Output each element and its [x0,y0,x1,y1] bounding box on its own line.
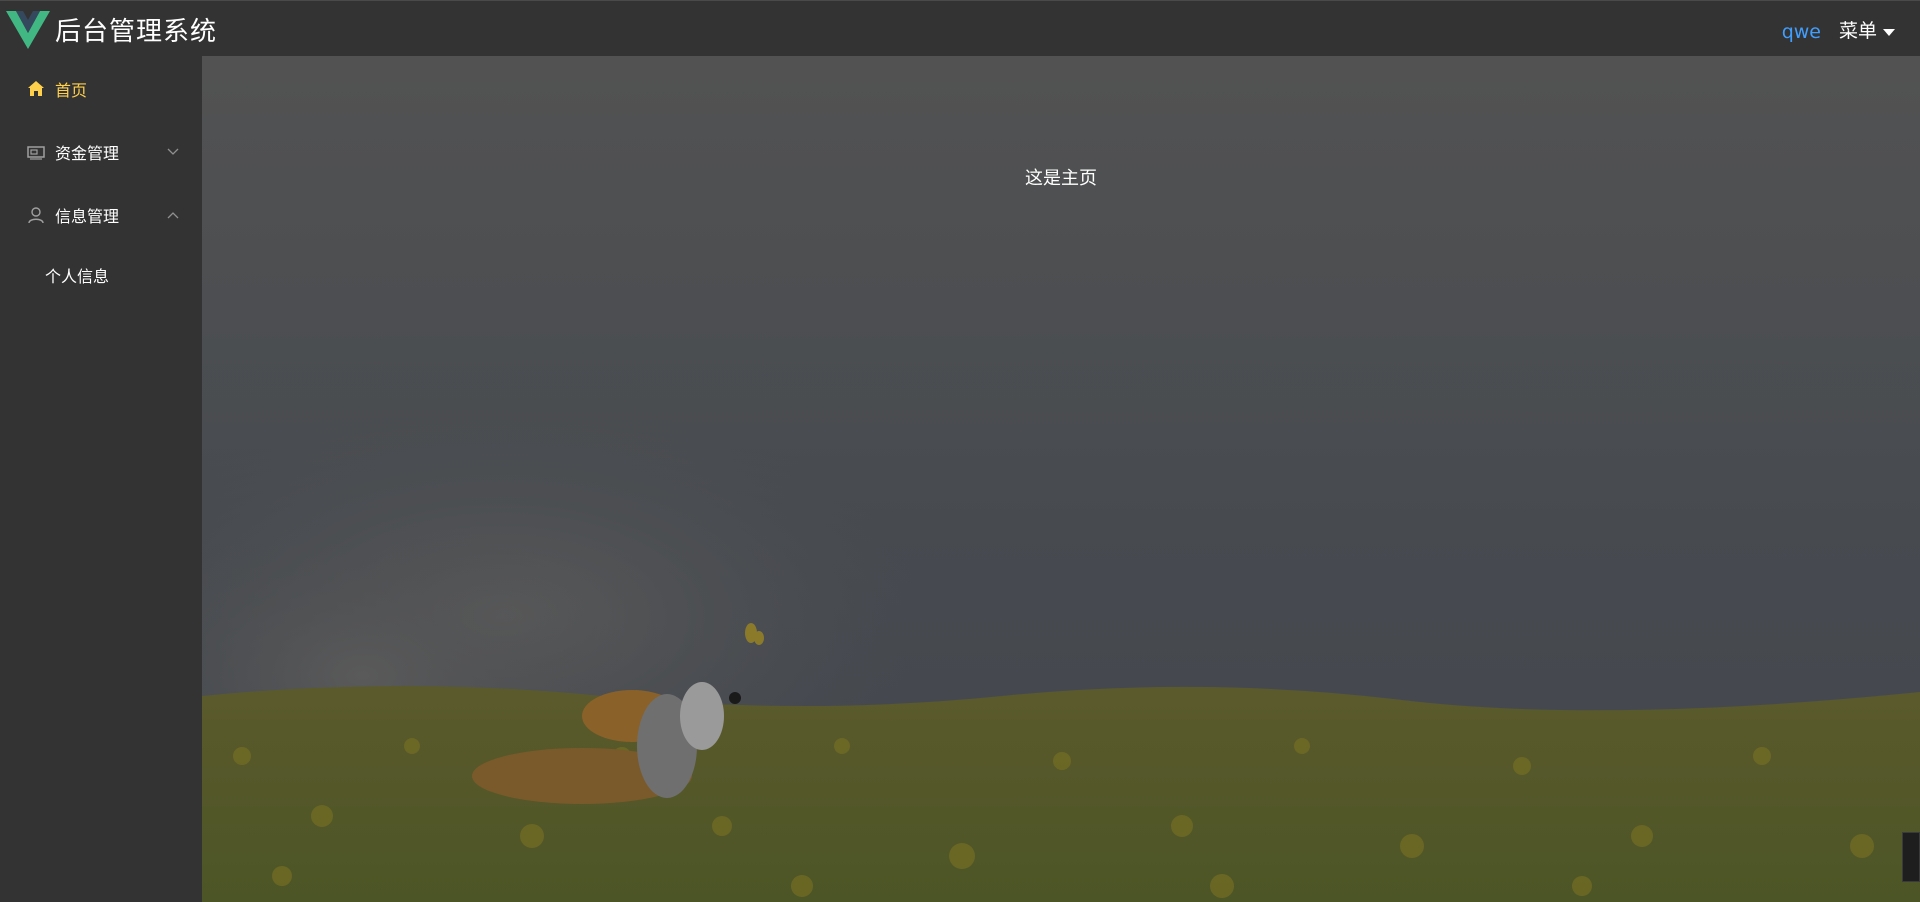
sidebar-subitem-personal-info[interactable]: 个人信息 [0,247,202,303]
chevron-up-icon [167,212,179,219]
username-label: qwe [1781,21,1821,43]
user-icon [26,205,46,225]
sidebar-item-label: 首页 [55,81,88,100]
app-title: 后台管理系统 [55,17,218,47]
chevron-down-icon [167,148,179,155]
sidebar-item-info[interactable]: 信息管理 [0,187,202,243]
sidebar-item-funds[interactable]: 资金管理 [0,124,202,180]
caret-down-icon [1883,28,1895,36]
corner-widget[interactable] [1902,832,1920,882]
sidebar-item-label: 资金管理 [55,144,120,163]
main-text: 这是主页 [1025,168,1097,189]
menu-dropdown[interactable]: 菜单 [1839,18,1895,44]
vue-logo-icon [6,11,50,49]
top-bar: 后台管理系统 qwe 菜单 [0,0,1920,56]
sidebar-item-label: 信息管理 [55,207,120,226]
home-icon [26,79,46,99]
sidebar-item-home[interactable]: 首页 [0,61,202,117]
app-root: 后台管理系统 qwe 菜单 首页 资金管理 信息管理 个人信息 这是主页 [0,0,1920,902]
sidebar: 首页 资金管理 信息管理 个人信息 [0,56,202,902]
main-content: 这是主页 [202,56,1920,902]
menu-dropdown-label: 菜单 [1838,20,1877,42]
sidebar-subitem-label: 个人信息 [45,267,110,286]
money-icon [26,142,46,162]
